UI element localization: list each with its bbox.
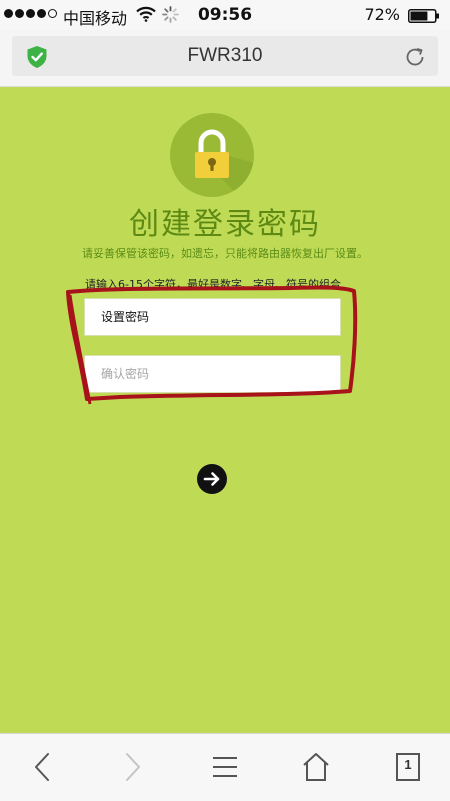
password-hint: 请输入6-15个字符，最好是数字、字母、符号的组合 xyxy=(85,278,341,291)
tab-count: 1 xyxy=(404,757,412,772)
lock-badge xyxy=(170,113,254,197)
menu-icon xyxy=(213,757,237,777)
forward-button[interactable] xyxy=(114,751,150,783)
tabs-button[interactable]: 1 xyxy=(390,751,426,783)
setup-page: 创建登录密码 请妥善保管该密码，如遗忘，只能将路由器恢复出厂设置。 请输入6-1… xyxy=(0,87,450,733)
back-button[interactable] xyxy=(25,751,61,783)
confirm-password-field[interactable] xyxy=(84,355,341,393)
battery-percent: 72% xyxy=(364,5,400,24)
page-title: 创建登录密码 xyxy=(129,207,321,242)
lock-icon xyxy=(195,129,254,197)
page-url-title[interactable]: FWR310 xyxy=(12,45,438,67)
home-button[interactable] xyxy=(298,751,334,783)
arrow-right-icon xyxy=(203,472,220,486)
home-icon xyxy=(303,753,329,781)
browser-toolbar: 1 xyxy=(0,733,450,801)
status-bar: 中国移动 09:56 72% xyxy=(0,0,450,30)
battery-icon xyxy=(408,9,439,23)
reload-icon[interactable] xyxy=(404,46,426,68)
next-button[interactable] xyxy=(197,464,227,494)
menu-button[interactable] xyxy=(207,751,243,783)
browser-address-area: FWR310 xyxy=(0,30,450,87)
set-password-field[interactable] xyxy=(84,298,341,336)
forward-arrow-icon xyxy=(126,753,140,781)
address-bar[interactable]: FWR310 xyxy=(12,36,438,76)
warning-text: 请妥善保管该密码，如遗忘，只能将路由器恢复出厂设置。 xyxy=(82,247,368,260)
back-arrow-icon xyxy=(35,753,49,781)
